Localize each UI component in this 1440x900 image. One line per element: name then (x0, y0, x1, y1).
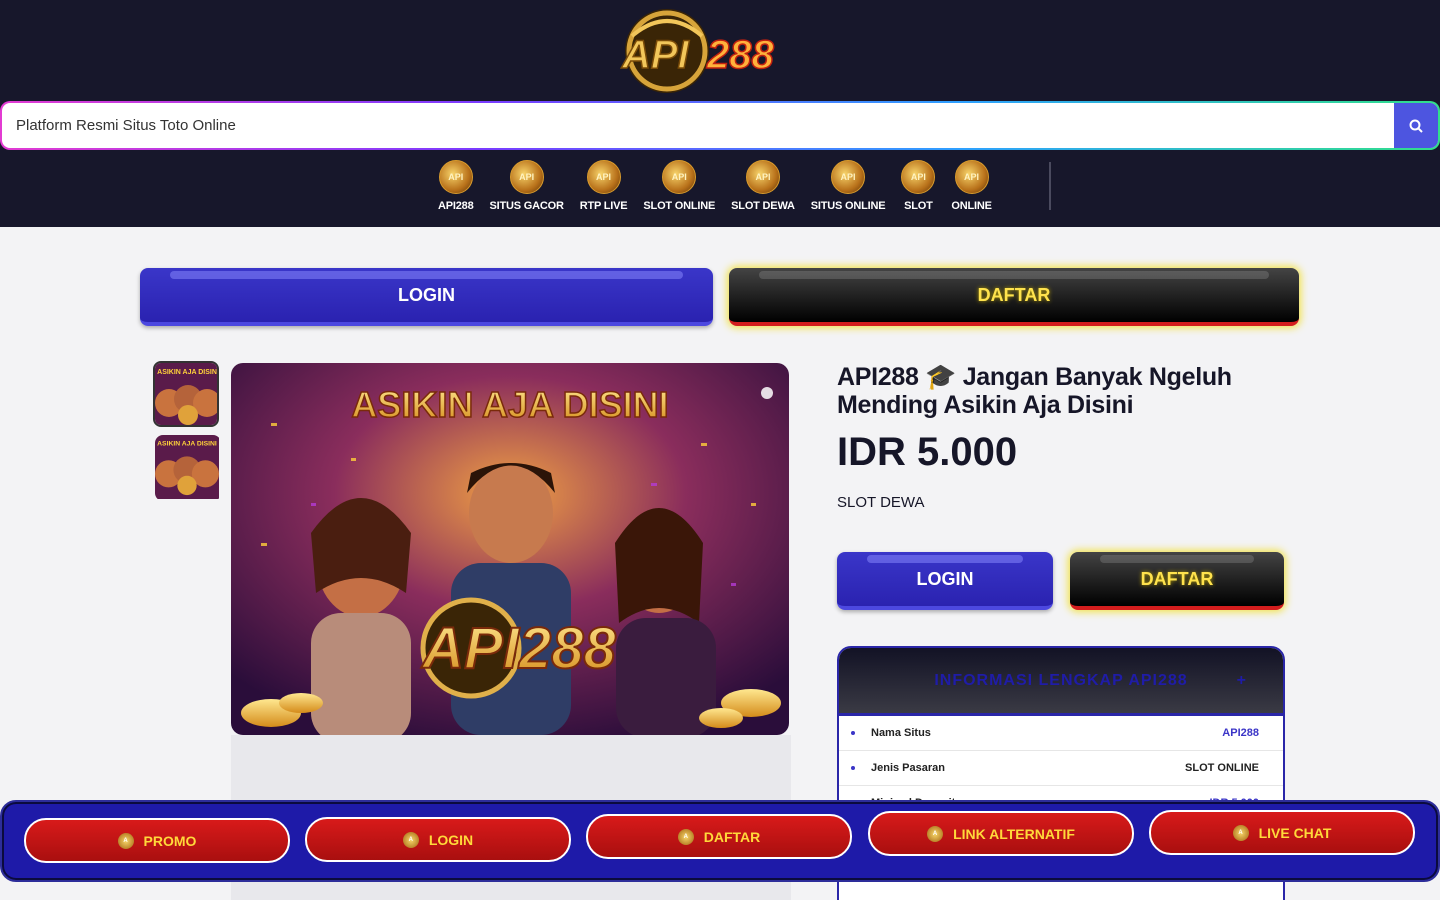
nav-item-situs-gacor[interactable]: API SITUS GACOR (490, 160, 564, 212)
nav-item-situs-online[interactable]: API SITUS ONLINE (811, 160, 886, 212)
dragon-logo-icon: API (438, 160, 473, 194)
dragon-logo-icon: A (927, 825, 944, 842)
bottom-action-bar: A PROMO A LOGIN A DAFTAR A LINK ALTERNAT… (0, 800, 1440, 882)
info-key: Jenis Pasaran (871, 762, 945, 774)
login-label: LOGIN (916, 568, 974, 589)
bottom-button-label: PROMO (143, 832, 197, 849)
info-row: Nama Situs API288 (839, 716, 1283, 751)
nav-item-rtp-live[interactable]: API RTP LIVE (580, 160, 628, 212)
live-chat-button[interactable]: A LIVE CHAT (1149, 810, 1415, 855)
category-nav: API API288 API SITUS GACOR API RTP LIVE … (430, 160, 1000, 220)
dragon-logo-icon: API (662, 160, 697, 194)
site-logo[interactable]: API 288 (612, 6, 812, 96)
site-header: API 288 API API288 API SITUS GACOR API R… (0, 0, 1440, 227)
svg-text:288: 288 (706, 33, 774, 77)
gallery-thumb-2[interactable]: ASIKIN AJA DISINI (155, 435, 221, 501)
dragon-logo-icon: A (677, 828, 694, 845)
dragon-logo-icon: A (402, 831, 419, 848)
dragon-logo-icon: API (831, 160, 866, 194)
dragon-logo-icon: API (509, 160, 544, 194)
bottom-button-label: LIVE CHAT (1258, 824, 1332, 841)
search-icon (1409, 119, 1423, 133)
nav-label: SITUS GACOR (489, 200, 564, 212)
dragon-logo-icon: API (745, 160, 780, 194)
bottom-daftar-button[interactable]: A DAFTAR (586, 814, 852, 859)
thumb-image: ASIKIN AJA DISINI (155, 363, 219, 425)
search-bar (0, 101, 1440, 150)
dragon-logo-icon: A (1232, 824, 1249, 841)
info-row: Jenis Pasaran SLOT ONLINE (839, 751, 1283, 786)
bottom-button-label: DAFTAR (703, 828, 761, 845)
nav-label: SITUS ONLINE (810, 200, 886, 212)
product-login-button[interactable]: LOGIN (837, 552, 1053, 610)
nav-item-api288[interactable]: API API288 (438, 160, 474, 212)
dragon-logo-icon: A (117, 832, 134, 849)
nav-label: SLOT ONLINE (643, 200, 716, 212)
daftar-label: DAFTAR (977, 284, 1051, 305)
bottom-button-label: LOGIN (428, 831, 474, 848)
banner-title: ASIKIN AJA DISINI (351, 384, 668, 425)
info-card-header[interactable]: INFORMASI LENGKAP API288 + (839, 648, 1283, 716)
product-title: API288 🎓 Jangan Banyak Ngeluh Mending As… (837, 363, 1232, 419)
nav-item-slot-dewa[interactable]: API SLOT DEWA (731, 160, 795, 212)
info-card-title: INFORMASI LENGKAP API288 (934, 671, 1188, 689)
banner-logo-text: API288 (420, 616, 616, 681)
bottom-login-button[interactable]: A LOGIN (305, 817, 571, 862)
product-price: IDR 5.000 (837, 430, 1018, 474)
search-input[interactable] (2, 103, 1382, 148)
dragon-logo-icon: API (586, 160, 621, 194)
carousel-dot-icon[interactable] (761, 387, 773, 399)
link-alternatif-button[interactable]: A LINK ALTERNATIF (868, 811, 1134, 856)
dragon-logo-icon: API (954, 160, 989, 194)
top-login-button[interactable]: LOGIN (140, 268, 713, 326)
thumb-image: ASIKIN AJA DISINI (155, 435, 219, 499)
promo-banner-image: ASIKIN AJA DISINI API288 (231, 363, 789, 735)
daftar-label: DAFTAR (1140, 568, 1214, 589)
bottom-button-label: LINK ALTERNATIF (953, 825, 1075, 842)
info-value: API288 (1222, 727, 1259, 739)
product-category: SLOT DEWA (837, 494, 925, 511)
info-key: Nama Situs (871, 727, 931, 739)
nav-item-slot[interactable]: API SLOT (901, 160, 936, 212)
nav-label: SLOT DEWA (731, 200, 795, 212)
nav-item-slot-online[interactable]: API SLOT ONLINE (643, 160, 715, 212)
svg-text:API: API (621, 33, 690, 77)
bullet-icon (851, 766, 855, 770)
nav-label: SLOT (904, 200, 933, 212)
thumb-banner-text: ASIKIN AJA DISINI (157, 369, 219, 376)
nav-label: ONLINE (951, 200, 992, 212)
expand-icon[interactable]: + (1237, 672, 1247, 690)
thumb-banner-text: ASIKIN AJA DISINI (157, 441, 217, 448)
nav-label: RTP LIVE (579, 200, 628, 212)
nav-item-online[interactable]: API ONLINE (951, 160, 992, 212)
promo-button[interactable]: A PROMO (24, 818, 290, 863)
login-label: LOGIN (398, 284, 455, 305)
top-daftar-button[interactable]: DAFTAR (729, 268, 1299, 326)
product-main-image[interactable]: ASIKIN AJA DISINI API288 (231, 363, 789, 735)
bullet-icon (851, 731, 855, 735)
info-value: SLOT ONLINE (1185, 762, 1259, 774)
product-daftar-button[interactable]: DAFTAR (1070, 552, 1284, 610)
nav-divider (1049, 162, 1051, 210)
dragon-logo-icon: API (901, 160, 936, 194)
search-button[interactable] (1394, 103, 1438, 148)
nav-label: API288 (438, 200, 474, 212)
gallery-thumb-1[interactable]: ASIKIN AJA DISINI (153, 361, 219, 427)
